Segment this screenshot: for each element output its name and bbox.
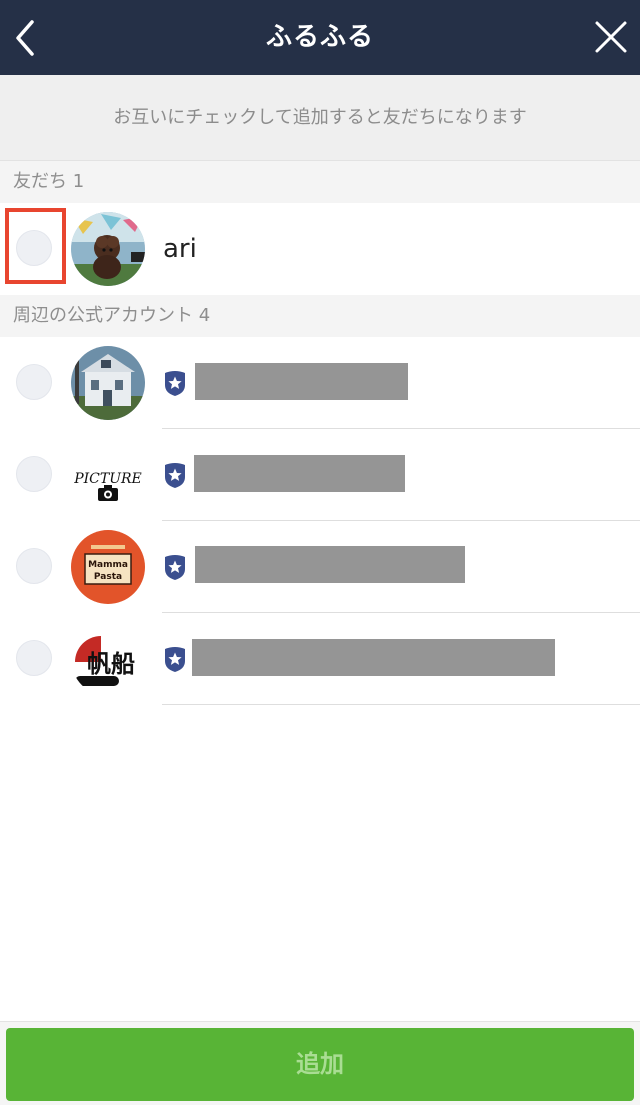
avatar — [71, 212, 145, 286]
official-account-row[interactable] — [0, 337, 640, 429]
official-star-badge-icon — [165, 647, 185, 672]
account-name-redacted — [195, 546, 465, 583]
avatar: PICTURE — [71, 438, 145, 512]
avatar: Mamma Pasta — [71, 530, 145, 604]
add-button[interactable]: 追加 — [6, 1028, 634, 1101]
friend-name: ari — [163, 234, 197, 264]
select-checkbox[interactable] — [16, 640, 52, 676]
page-title: ふるふる — [265, 22, 374, 52]
select-checkbox[interactable] — [16, 456, 52, 492]
friend-row[interactable]: ari — [0, 203, 640, 295]
footer-bar: 追加 — [0, 1021, 640, 1105]
account-name-redacted — [195, 363, 408, 400]
official-star-badge-icon — [165, 463, 185, 488]
nav-bar: ふるふる — [0, 0, 640, 75]
row-divider — [162, 704, 640, 705]
official-star-badge-icon — [165, 555, 185, 580]
official-account-row[interactable]: PICTURE — [0, 429, 640, 521]
instruction-banner: お互いにチェックして追加すると友だちになります — [0, 75, 640, 161]
close-icon[interactable] — [594, 20, 628, 54]
account-name-redacted — [192, 639, 555, 676]
logo-text: 帆船 — [87, 649, 135, 678]
official-accounts-section-header: 周辺の公式アカウント 4 — [0, 295, 640, 337]
official-account-row[interactable]: 帆船 — [0, 613, 640, 705]
checkbox-highlight-annotation — [5, 208, 66, 284]
svg-text:Mamma: Mamma — [88, 560, 128, 570]
select-checkbox[interactable] — [16, 364, 52, 400]
logo-text: PICTURE — [73, 471, 142, 487]
friends-section-header: 友だち 1 — [0, 161, 640, 203]
official-star-badge-icon — [165, 371, 185, 396]
account-name-redacted — [194, 455, 405, 492]
select-checkbox[interactable] — [16, 548, 52, 584]
avatar: 帆船 — [71, 622, 145, 696]
avatar — [71, 346, 145, 420]
svg-text:Pasta: Pasta — [94, 572, 122, 582]
official-account-row[interactable]: Mamma Pasta — [0, 521, 640, 613]
